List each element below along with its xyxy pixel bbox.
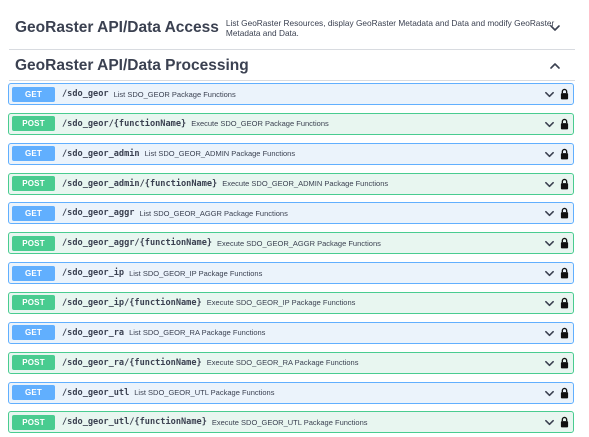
endpoint-summary: List SDO_GEOR_UTL Package Functions xyxy=(134,388,275,397)
endpoint-summary: Execute SDO_GEOR_ADMIN Package Functions xyxy=(222,179,389,189)
lock-icon[interactable] xyxy=(560,267,569,279)
operation-row-post[interactable]: POST/sdo_geor_ra/{functionName} Execute S… xyxy=(8,351,574,374)
endpoint-path: /sdo_geor_aggr/{functionName} xyxy=(62,238,213,249)
method-badge: POST xyxy=(12,116,55,132)
operation-row-post[interactable]: POST/sdo_geor/{functionName} Execute SDO_… xyxy=(8,112,574,135)
endpoint-path: /sdo_geor xyxy=(62,89,109,99)
method-badge: POST xyxy=(12,355,55,371)
endpoint-summary: Execute SDO_GEOR_RA Package Functions xyxy=(206,358,359,368)
operation-row-get[interactable]: GET/sdo_geor List SDO_GEOR Package Functi… xyxy=(8,83,574,105)
chevron-down-icon[interactable] xyxy=(544,268,555,279)
section-description: List GeoRaster Resources, display GeoRas… xyxy=(225,18,555,38)
endpoint-path: /sdo_geor_ra xyxy=(62,327,125,338)
lock-icon[interactable] xyxy=(560,357,569,369)
method-badge: GET xyxy=(12,205,55,221)
chevron-down-icon[interactable] xyxy=(544,119,555,130)
lock-icon[interactable] xyxy=(560,387,569,399)
chevron-down-icon[interactable] xyxy=(549,22,561,34)
chevron-down-icon[interactable] xyxy=(544,328,555,339)
section-georaster-data-access: GeoRaster API/Data Access List GeoRaster… xyxy=(9,6,575,50)
endpoint-path: /sdo_geor/{functionName} xyxy=(62,118,187,129)
section-title: GeoRaster API/Data Access xyxy=(15,19,219,36)
chevron-down-icon[interactable] xyxy=(544,388,555,399)
section-title: GeoRaster API/Data Processing xyxy=(15,57,249,74)
method-badge: GET xyxy=(12,385,55,400)
endpoint-path: /sdo_geor_admin xyxy=(62,148,140,159)
lock-icon[interactable] xyxy=(560,118,569,130)
operation-row-get[interactable]: GET/sdo_geor_admin List SDO_GEOR_ADMIN Pa… xyxy=(8,142,574,165)
chevron-down-icon[interactable] xyxy=(544,298,555,309)
section-header-data-access[interactable]: GeoRaster API/Data Access List GeoRaster… xyxy=(9,6,575,50)
method-badge: POST xyxy=(12,295,55,311)
endpoint-summary: Execute SDO_GEOR Package Functions xyxy=(191,119,329,129)
endpoint-summary: Execute SDO_GEOR_UTL Package Functions xyxy=(211,417,368,427)
chevron-down-icon[interactable] xyxy=(544,238,555,249)
operation-row-post[interactable]: POST/sdo_geor_admin/{functionName} Execut… xyxy=(8,172,574,195)
endpoint-summary: List SDO_GEOR_IP Package Functions xyxy=(129,268,263,278)
endpoint-path: /sdo_geor_ip/{functionName} xyxy=(62,297,202,308)
method-badge: GET xyxy=(12,86,55,102)
endpoint-path: /sdo_geor_utl xyxy=(62,387,130,398)
lock-icon[interactable] xyxy=(560,237,569,249)
section-header-data-processing[interactable]: GeoRaster API/Data Processing xyxy=(9,52,575,81)
lock-icon[interactable] xyxy=(560,178,569,190)
chevron-down-icon[interactable] xyxy=(544,179,555,190)
operation-row-get[interactable]: GET/sdo_geor_ra List SDO_GEOR_RA Package … xyxy=(8,321,574,344)
lock-icon[interactable] xyxy=(560,88,569,100)
method-badge: GET xyxy=(12,146,55,162)
chevron-down-icon[interactable] xyxy=(544,89,555,100)
operation-row-get[interactable]: GET/sdo_geor_aggr List SDO_GEOR_AGGR Pack… xyxy=(8,202,574,225)
operation-row-post[interactable]: POST/sdo_geor_aggr/{functionName} Execute… xyxy=(8,232,574,255)
operation-row-post[interactable]: POST/sdo_geor_utl/{functionName} Execute … xyxy=(8,411,574,434)
endpoint-summary: List SDO_GEOR_ADMIN Package Functions xyxy=(144,149,296,159)
lock-icon[interactable] xyxy=(560,207,569,219)
chevron-down-icon[interactable] xyxy=(544,358,555,369)
method-badge: POST xyxy=(12,176,55,192)
endpoint-path: /sdo_geor_ra/{functionName} xyxy=(62,357,202,368)
lock-icon[interactable] xyxy=(560,327,569,339)
endpoint-path: /sdo_geor_admin/{functionName} xyxy=(62,178,218,189)
endpoint-summary: List SDO_GEOR_AGGR Package Functions xyxy=(139,208,288,218)
chevron-down-icon[interactable] xyxy=(544,149,555,160)
endpoint-summary: List SDO_GEOR_RA Package Functions xyxy=(129,328,266,338)
chevron-down-icon[interactable] xyxy=(544,417,555,428)
endpoint-summary: Execute SDO_GEOR_IP Package Functions xyxy=(206,298,356,308)
endpoint-path: /sdo_geor_ip xyxy=(62,268,125,279)
method-badge: POST xyxy=(12,414,55,430)
endpoint-summary: List SDO_GEOR Package Functions xyxy=(113,89,236,99)
operation-row-post[interactable]: POST/sdo_geor_ip/{functionName} Execute S… xyxy=(8,291,574,314)
chevron-up-icon[interactable] xyxy=(549,60,561,72)
chevron-down-icon[interactable] xyxy=(544,208,555,219)
endpoint-path: /sdo_geor_aggr xyxy=(62,208,135,219)
endpoint-path: /sdo_geor_utl/{functionName} xyxy=(62,417,207,428)
method-badge: GET xyxy=(12,265,55,281)
endpoint-summary: Execute SDO_GEOR_AGGR Package Functions xyxy=(217,238,381,248)
operation-row-get[interactable]: GET/sdo_geor_ip List SDO_GEOR_IP Package … xyxy=(8,262,574,285)
lock-icon[interactable] xyxy=(560,297,569,309)
lock-icon[interactable] xyxy=(560,148,569,160)
lock-icon[interactable] xyxy=(560,416,569,428)
section-georaster-data-processing: GeoRaster API/Data Processing xyxy=(9,52,575,81)
method-badge: GET xyxy=(12,325,55,341)
operation-row-get[interactable]: GET/sdo_geor_utl List SDO_GEOR_UTL Packag… xyxy=(8,381,574,404)
method-badge: POST xyxy=(12,235,55,251)
